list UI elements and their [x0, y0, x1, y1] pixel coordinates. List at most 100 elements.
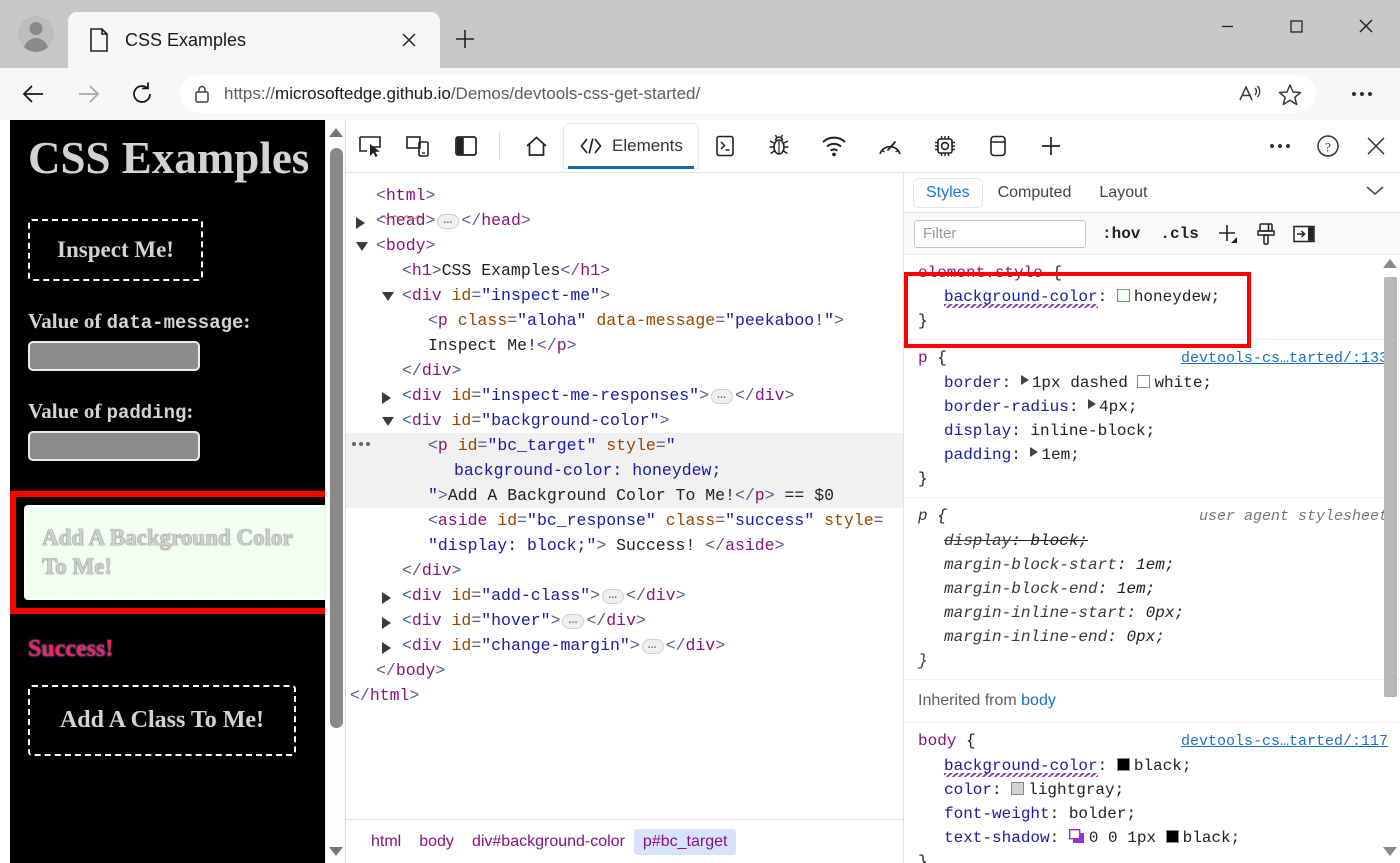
page-scrollbar[interactable]: [325, 120, 345, 863]
css-declaration[interactable]: display: block;: [904, 529, 1400, 553]
css-declaration[interactable]: background-color: black;: [904, 754, 1400, 778]
tab-network[interactable]: [806, 124, 862, 168]
css-declaration[interactable]: display: inline-block;: [904, 419, 1400, 443]
device-emulation-icon[interactable]: [394, 124, 442, 168]
css-property-name[interactable]: margin-inline-end: [944, 628, 1107, 646]
inspect-me-box[interactable]: Inspect Me!: [28, 219, 203, 281]
dom-node-line[interactable]: <div id="inspect-me">: [346, 283, 903, 308]
css-property-name[interactable]: border-radius: [944, 398, 1069, 416]
new-style-rule-button[interactable]: [1215, 221, 1241, 247]
css-value[interactable]: 1em;: [1117, 580, 1155, 598]
css-value[interactable]: inline-block;: [1030, 422, 1155, 440]
breadcrumb-item[interactable]: html: [362, 829, 410, 855]
breadcrumb-item[interactable]: body: [410, 829, 463, 855]
css-declaration[interactable]: padding: 1em;: [904, 443, 1400, 467]
read-aloud-icon[interactable]: [1230, 77, 1270, 111]
dom-node-line[interactable]: </div>: [346, 358, 903, 383]
maximize-button[interactable]: [1262, 0, 1331, 52]
add-class-box[interactable]: Add A Class To Me!: [28, 685, 296, 756]
twisty-collapsed-icon[interactable]: [382, 617, 391, 629]
css-value[interactable]: 1em;: [1041, 446, 1079, 464]
css-property-name[interactable]: background-color: [944, 288, 1098, 308]
dom-node-line[interactable]: <div id="change-margin">…</div>: [346, 633, 903, 658]
stylesheet-source-link[interactable]: devtools-cs…tarted/:133: [1181, 347, 1388, 371]
twisty-collapsed-icon[interactable]: [382, 592, 391, 604]
css-value[interactable]: 0px;: [1146, 604, 1184, 622]
css-declaration[interactable]: margin-inline-end: 0px;: [904, 625, 1400, 649]
tab-console[interactable]: [698, 124, 752, 168]
cls-toggle-button[interactable]: .cls: [1156, 223, 1202, 245]
twisty-collapsed-icon[interactable]: [382, 392, 391, 404]
dom-node-line[interactable]: <div id="background-color">: [346, 408, 903, 433]
stylesheet-source-link[interactable]: devtools-cs…tarted/:117: [1181, 730, 1388, 754]
scroll-up-icon[interactable]: [1383, 255, 1397, 271]
dock-side-icon[interactable]: [442, 124, 490, 168]
css-value[interactable]: 1em;: [1136, 556, 1174, 574]
shadow-editor-icon[interactable]: [1069, 829, 1089, 847]
css-property-name[interactable]: display: [944, 532, 1011, 550]
dom-node-line[interactable]: <body>: [346, 233, 903, 258]
expand-shorthand-icon[interactable]: [1030, 447, 1038, 457]
tab-computed[interactable]: Computed: [986, 179, 1084, 207]
expand-shorthand-icon[interactable]: [1021, 375, 1029, 385]
css-property-name[interactable]: margin-block-end: [944, 580, 1098, 598]
dom-node-line[interactable]: <aside id="bc_response" class="success" …: [346, 508, 903, 533]
tab-memory[interactable]: [918, 124, 972, 168]
padding-input[interactable]: [28, 431, 200, 461]
dom-node-line[interactable]: <div id="add-class">…</div>: [346, 583, 903, 608]
dom-node-line[interactable]: "display: block;"> Success! </aside>: [346, 533, 903, 558]
css-declaration[interactable]: text-shadow: 0 0 1px black;: [904, 826, 1400, 850]
scroll-down-icon[interactable]: [326, 841, 345, 861]
tab-styles[interactable]: Styles: [914, 179, 982, 207]
tab-application[interactable]: [972, 124, 1024, 168]
dom-node-line[interactable]: <p id="bc_target" style=": [346, 433, 903, 458]
dom-node-line[interactable]: background-color: honeydew;: [346, 458, 903, 483]
back-button[interactable]: [14, 74, 54, 114]
style-rules[interactable]: element.style {background-color: honeyde…: [904, 255, 1400, 863]
tab-elements[interactable]: Elements: [564, 124, 698, 168]
address-bar[interactable]: https://microsoftedge.github.io/Demos/de…: [180, 75, 1316, 113]
toggle-sidebar-button[interactable]: [1291, 221, 1317, 247]
devtools-more-button[interactable]: [1256, 124, 1304, 168]
tab-layout[interactable]: Layout: [1087, 179, 1159, 207]
dom-tree[interactable]: <html><head>…</head><body><h1>CSS Exampl…: [346, 173, 903, 819]
css-property-name[interactable]: margin-inline-start: [944, 604, 1126, 622]
css-property-name[interactable]: display: [944, 422, 1011, 440]
twisty-collapsed-icon[interactable]: [382, 642, 391, 654]
css-value[interactable]: 4px;: [1099, 398, 1137, 416]
css-declaration[interactable]: color: lightgray;: [904, 778, 1400, 802]
node-badge-icon[interactable]: [352, 442, 370, 446]
styles-scrollbar-thumb[interactable]: [1384, 277, 1397, 697]
breadcrumb-item[interactable]: p#bc_target: [634, 829, 737, 855]
dom-node-line[interactable]: Inspect Me!</p>: [346, 333, 903, 358]
css-property-name[interactable]: margin-block-start: [944, 556, 1117, 574]
forward-button[interactable]: [68, 74, 108, 114]
css-value[interactable]: honeydew;: [1134, 288, 1220, 306]
data-message-input[interactable]: [28, 341, 200, 371]
twisty-expanded-icon[interactable]: [382, 292, 394, 301]
inherited-from-link[interactable]: body: [1021, 692, 1056, 709]
close-window-button[interactable]: [1331, 0, 1400, 52]
css-declaration[interactable]: border-radius: 4px;: [904, 395, 1400, 419]
dom-node-line[interactable]: ">Add A Background Color To Me!</p> == $…: [346, 483, 903, 508]
profile-button[interactable]: [8, 8, 64, 60]
css-selector[interactable]: p {: [918, 504, 947, 528]
breadcrumb-item[interactable]: div#background-color: [463, 829, 634, 855]
dom-node-line[interactable]: <div id="inspect-me-responses">…</div>: [346, 383, 903, 408]
twisty-collapsed-icon[interactable]: [356, 217, 365, 229]
css-value-part[interactable]: black;: [1183, 829, 1241, 847]
bc-target-paragraph[interactable]: Add A Background Color To Me!: [24, 505, 331, 601]
css-property-name[interactable]: font-weight: [944, 805, 1050, 823]
scroll-down-icon[interactable]: [1383, 843, 1397, 859]
css-property-name[interactable]: background-color: [944, 757, 1098, 777]
styles-scrollbar[interactable]: [1383, 255, 1398, 859]
css-property-name[interactable]: border: [944, 374, 1002, 392]
css-declaration[interactable]: background-color: honeydew;: [904, 285, 1400, 309]
dom-node-line[interactable]: <div id="hover">…</div>: [346, 608, 903, 633]
minimize-button[interactable]: [1193, 0, 1262, 52]
css-declaration[interactable]: margin-block-start: 1em;: [904, 553, 1400, 577]
inspect-element-icon[interactable]: [346, 124, 394, 168]
tab-sources-debugger[interactable]: [752, 124, 806, 168]
new-tab-button[interactable]: [446, 20, 484, 58]
css-value[interactable]: black;: [1134, 757, 1192, 775]
